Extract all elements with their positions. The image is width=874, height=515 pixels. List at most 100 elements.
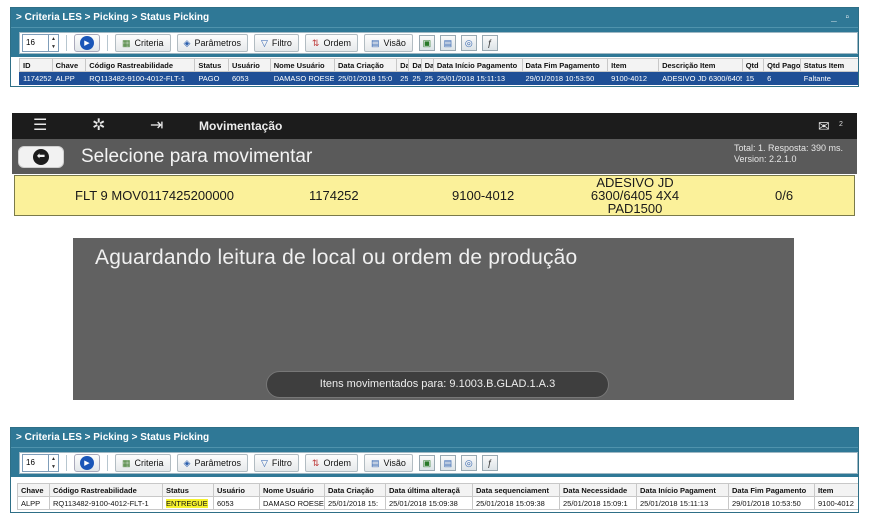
spinner-arrows-icon[interactable]: ▲ ▼: [48, 455, 58, 471]
cell-qtd-pago: 6: [763, 71, 801, 85]
status-picking-panel-top: > Criteria LES > Picking > Status Pickin…: [10, 7, 859, 87]
column-header[interactable]: Nome Usuário: [269, 58, 335, 72]
refresh-icon[interactable]: ◎: [460, 35, 477, 51]
column-header[interactable]: Chave: [17, 483, 50, 497]
ordem-button[interactable]: ⇅ Ordem: [304, 34, 358, 52]
app-header: ⬅ Selecione para movimentar Total: 1. Re…: [12, 139, 857, 174]
column-header[interactable]: Status Item: [799, 58, 858, 72]
sort-icon: ⇅: [311, 457, 320, 468]
cell-nome-usuario: DAMASO ROESE E: [269, 71, 335, 85]
rows-spinner[interactable]: 16 ▲ ▼: [22, 454, 59, 472]
refresh-icon[interactable]: ◎: [460, 455, 477, 471]
column-header[interactable]: ID: [19, 58, 53, 72]
desc-line: PAD1500: [607, 201, 663, 216]
column-header[interactable]: Usuário: [213, 483, 260, 497]
play-icon: ▶: [80, 36, 94, 50]
cell-data-ultima-alteracao: 25/01/2018 15:09:38: [385, 496, 473, 510]
mov-id: 1174252: [309, 188, 359, 203]
save-icon[interactable]: ▤: [439, 455, 456, 471]
criteria-button[interactable]: ▦ Criteria: [115, 454, 171, 472]
column-header[interactable]: Data sequenciament: [472, 483, 560, 497]
column-header[interactable]: Data Início Pagament: [636, 483, 729, 497]
column-header[interactable]: Descrição Item: [658, 58, 743, 72]
ordem-button[interactable]: ⇅ Ordem: [304, 454, 358, 472]
column-header[interactable]: Data Necessidade: [559, 483, 637, 497]
view-icon: ▤: [370, 37, 380, 48]
parametros-button[interactable]: ◈ Parâmetros: [176, 454, 248, 472]
filter-icon: ▽: [260, 37, 268, 48]
cell-data-necessidade: 25/01/2018 15:09:1: [559, 496, 637, 510]
column-header[interactable]: Item: [814, 483, 858, 497]
run-button[interactable]: ▶: [74, 454, 100, 472]
window-controls[interactable]: _ ▫: [831, 8, 852, 27]
column-header[interactable]: Data Criação: [324, 483, 386, 497]
criteria-button[interactable]: ▦ Criteria: [115, 34, 171, 52]
column-header[interactable]: Data última alteraçã: [385, 483, 473, 497]
parametros-label: Parâmetros: [194, 38, 241, 48]
formula-icon[interactable]: ƒ: [481, 455, 498, 471]
filtro-label: Filtro: [271, 458, 292, 468]
cell-date: 25: [420, 71, 434, 85]
mov-description: ADESIVO JD 6300/6405 4X4 PAD1500: [580, 176, 690, 215]
spinner-arrows-icon[interactable]: ▲ ▼: [48, 35, 58, 51]
divider: [107, 35, 108, 51]
column-header[interactable]: Qtd Pago: [763, 58, 801, 72]
column-header[interactable]: Da: [420, 58, 434, 72]
menu-icon[interactable]: ☰: [33, 117, 47, 135]
visao-button[interactable]: ▤ Visão: [363, 34, 413, 52]
back-button[interactable]: ⬅: [18, 146, 64, 168]
page-title: Selecione para movimentar: [81, 146, 313, 167]
excel-icon[interactable]: ▣: [418, 455, 435, 471]
column-header[interactable]: Da: [396, 58, 410, 72]
column-header[interactable]: Código Rastreabilidade: [49, 483, 163, 497]
rows-spinner-value: 16: [26, 458, 35, 467]
cell-chave: ALPP: [17, 496, 50, 510]
status-badge: ENTREGUE: [166, 498, 208, 508]
run-button[interactable]: ▶: [74, 34, 100, 52]
picking-table-top: ID Chave Código Rastreabilidade Status U…: [19, 58, 858, 85]
column-header[interactable]: Nome Usuário: [259, 483, 325, 497]
criteria-icon: ▦: [122, 37, 131, 48]
table-row[interactable]: ALPP RQ113482-9100-4012-FLT-1 ENTREGUE 6…: [17, 496, 858, 510]
column-header[interactable]: Data Fim Pagamento: [728, 483, 815, 497]
column-header[interactable]: Status: [162, 483, 214, 497]
cell-data-criacao: 25/01/2018 15:: [324, 496, 386, 510]
column-header[interactable]: Data Fim Pagamento: [521, 58, 609, 72]
formula-icon[interactable]: ƒ: [481, 35, 498, 51]
column-header[interactable]: Da: [408, 58, 422, 72]
column-header[interactable]: Status: [194, 58, 229, 72]
column-header[interactable]: Usuário: [227, 58, 271, 72]
list-item[interactable]: FLT 9 MOV0117425200000 1174252 9100-4012…: [14, 175, 855, 216]
column-header[interactable]: Item: [607, 58, 660, 72]
table-row[interactable]: 1174252 ALPP RQ113482-9100-4012-FLT-1 PA…: [19, 71, 858, 85]
response-info: Total: 1. Resposta: 390 ms. Version: 2.2…: [734, 143, 843, 165]
save-icon[interactable]: ▤: [439, 35, 456, 51]
column-header[interactable]: Data Criação: [333, 58, 398, 72]
cell-usuario: 6053: [213, 496, 260, 510]
rows-spinner[interactable]: 16 ▲ ▼: [22, 34, 59, 52]
cell-codigo: RQ113482-9100-4012-FLT-1: [85, 71, 196, 85]
filtro-button[interactable]: ▽ Filtro: [253, 454, 299, 472]
column-header[interactable]: Chave: [51, 58, 87, 72]
cell-data-fim-pagamento: 29/01/2018 10:53:50: [728, 496, 815, 510]
column-header[interactable]: Data Início Pagamento: [432, 58, 523, 72]
mov-quantity: 0/6: [775, 188, 794, 203]
column-header[interactable]: Qtd: [741, 58, 765, 72]
rows-spinner-value: 16: [26, 38, 35, 47]
breadcrumb: > Criteria LES > Picking > Status Pickin…: [11, 8, 858, 27]
notification-icon[interactable]: ✉: [818, 117, 830, 135]
sort-icon: ⇅: [311, 37, 320, 48]
toolbar: 16 ▲ ▼ ▶ ▦ Criteria ◈ Parâmetros ▽ Filtro ⇅ O…: [11, 27, 858, 57]
excel-icon[interactable]: ▣: [418, 35, 435, 51]
cell-status: PAGO: [194, 71, 229, 85]
column-header[interactable]: Código Rastreabilidade: [85, 58, 196, 72]
filtro-button[interactable]: ▽ Filtro: [253, 34, 299, 52]
parametros-button[interactable]: ◈ Parâmetros: [176, 34, 248, 52]
mov-code: FLT 9 MOV0117425200000: [75, 188, 235, 203]
cell-date: 25: [396, 71, 410, 85]
exit-icon[interactable]: ⇥: [150, 117, 163, 135]
filtro-label: Filtro: [271, 38, 292, 48]
ordem-label: Ordem: [323, 38, 351, 48]
settings-icon[interactable]: ✲: [92, 117, 105, 135]
visao-button[interactable]: ▤ Visão: [363, 454, 413, 472]
